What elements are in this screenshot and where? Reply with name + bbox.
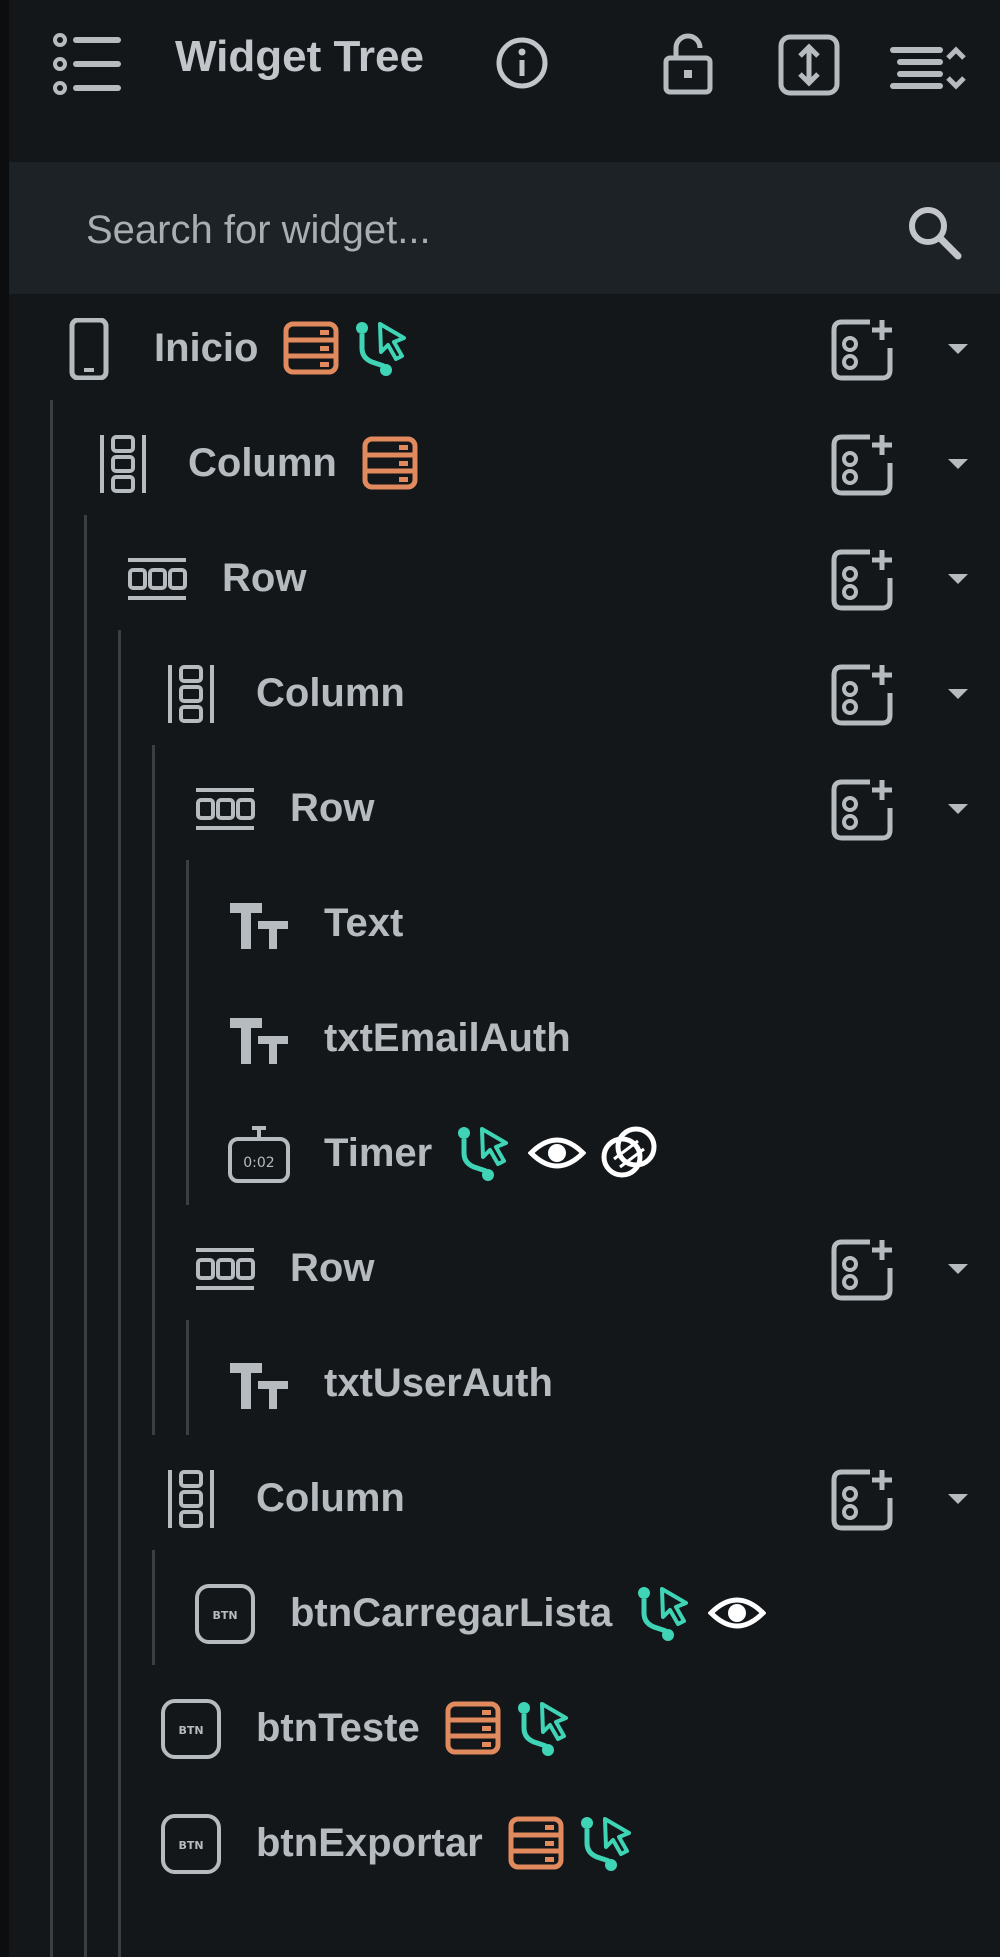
widget-tree: Inicio Column Row Column Row Text txtEmailAuth…: [0, 0, 1000, 1957]
tree-node-row[interactable]: Row: [0, 758, 1000, 858]
chevron-down-icon[interactable]: [946, 454, 970, 474]
row-icon: [194, 1238, 256, 1300]
tree-node-column[interactable]: Column: [0, 413, 1000, 513]
visibility-icon[interactable]: [707, 1583, 767, 1643]
add-child-button[interactable]: [830, 663, 894, 727]
visibility-icon[interactable]: [527, 1123, 587, 1183]
tree-node-label: Column: [256, 1476, 405, 1520]
add-child-button[interactable]: [830, 433, 894, 497]
tree-node-label: txtUserAuth: [324, 1361, 553, 1405]
tree-node-column[interactable]: Column: [0, 1448, 1000, 1548]
tree-node-column[interactable]: Column: [0, 643, 1000, 743]
svg-text:BTN: BTN: [212, 1609, 237, 1622]
text-icon: [228, 1353, 290, 1415]
svg-text:BTN: BTN: [178, 1724, 203, 1737]
column-icon: [160, 663, 222, 725]
page-icon: [58, 317, 120, 381]
linked-icon[interactable]: [600, 1123, 658, 1183]
tree-node-button[interactable]: BTN btnCarregarLista: [0, 1563, 1000, 1663]
backend-query-icon[interactable]: [282, 318, 340, 378]
action-flow-icon[interactable]: [354, 318, 412, 378]
chevron-down-icon[interactable]: [946, 684, 970, 704]
button-icon: BTN: [160, 1698, 222, 1760]
tree-node-text[interactable]: txtUserAuth: [0, 1333, 1000, 1433]
tree-node-label: Inicio: [154, 326, 259, 370]
action-flow-icon[interactable]: [516, 1698, 574, 1758]
add-child-button[interactable]: [830, 318, 894, 382]
tree-node-text[interactable]: txtEmailAuth: [0, 988, 1000, 1088]
chevron-down-icon[interactable]: [946, 339, 970, 359]
add-child-button[interactable]: [830, 1238, 894, 1302]
button-icon: BTN: [160, 1813, 222, 1875]
row-icon: [126, 548, 188, 610]
chevron-down-icon[interactable]: [946, 569, 970, 589]
tree-node-label: Text: [324, 901, 404, 945]
tree-node-label: txtEmailAuth: [324, 1016, 571, 1060]
tree-node-label: Timer: [324, 1131, 433, 1175]
chevron-down-icon[interactable]: [946, 1489, 970, 1509]
tree-node-label: Row: [222, 556, 307, 600]
add-child-button[interactable]: [830, 548, 894, 612]
backend-query-icon[interactable]: [444, 1698, 502, 1758]
column-icon: [160, 1468, 222, 1530]
tree-node-row[interactable]: Row: [0, 528, 1000, 628]
tree-node-button[interactable]: BTN btnExportar: [0, 1793, 1000, 1893]
add-child-button[interactable]: [830, 1468, 894, 1532]
tree-node-label: btnExportar: [256, 1821, 483, 1865]
timer-icon: 0:02: [228, 1123, 290, 1185]
tree-node-label: btnCarregarLista: [290, 1591, 613, 1635]
tree-node-label: btnTeste: [256, 1706, 420, 1750]
svg-text:BTN: BTN: [178, 1839, 203, 1852]
action-flow-icon[interactable]: [636, 1583, 694, 1643]
tree-node-label: Column: [188, 441, 337, 485]
svg-text:0:02: 0:02: [243, 1155, 274, 1171]
tree-node-text[interactable]: Text: [0, 873, 1000, 973]
tree-node-row[interactable]: Row: [0, 1218, 1000, 1318]
action-flow-icon[interactable]: [579, 1813, 637, 1873]
button-icon: BTN: [194, 1583, 256, 1645]
tree-node-button[interactable]: BTN btnTeste: [0, 1678, 1000, 1778]
tree-node-label: Row: [290, 786, 375, 830]
chevron-down-icon[interactable]: [946, 799, 970, 819]
backend-query-icon[interactable]: [507, 1813, 565, 1873]
backend-query-icon[interactable]: [361, 433, 419, 493]
text-icon: [228, 893, 290, 955]
add-child-button[interactable]: [830, 778, 894, 842]
text-icon: [228, 1008, 290, 1070]
tree-node-label: Column: [256, 671, 405, 715]
action-flow-icon[interactable]: [456, 1123, 514, 1183]
column-icon: [92, 433, 154, 495]
tree-node-page[interactable]: Inicio: [0, 298, 1000, 398]
tree-node-label: Row: [290, 1246, 375, 1290]
tree-node-timer[interactable]: 0:02 Timer: [0, 1103, 1000, 1203]
chevron-down-icon[interactable]: [946, 1259, 970, 1279]
row-icon: [194, 778, 256, 840]
